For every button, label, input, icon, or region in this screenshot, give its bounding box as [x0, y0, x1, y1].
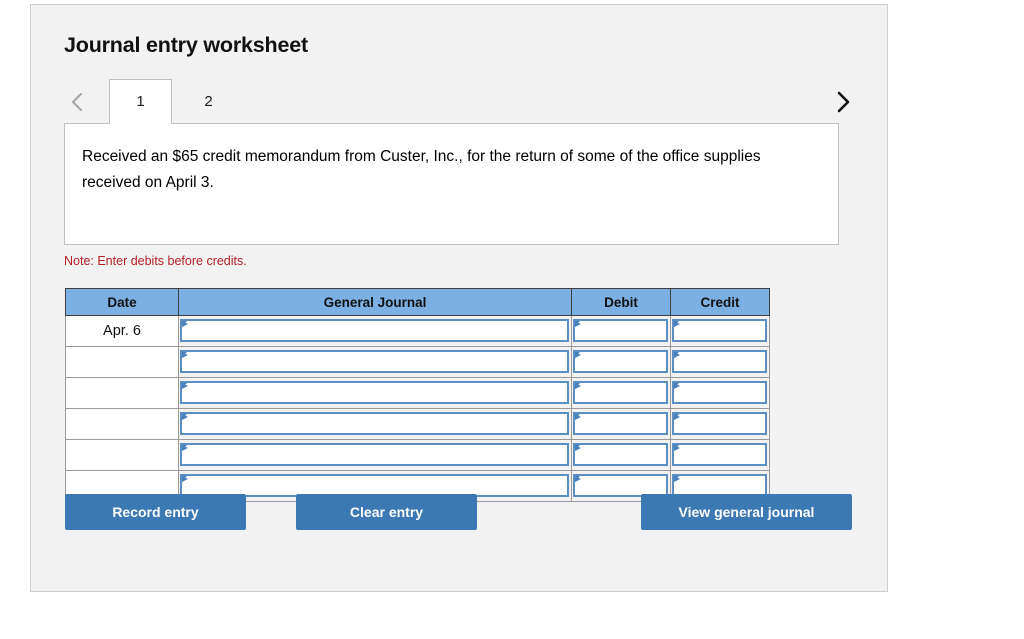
chevron-right-icon — [835, 90, 851, 114]
credit-input-cell[interactable] — [670, 408, 770, 440]
table-row — [65, 377, 770, 409]
journal-entry-card: Journal entry worksheet 1 2 Received an … — [30, 4, 888, 592]
general-journal-input-cell[interactable] — [178, 377, 572, 409]
date-cell[interactable] — [65, 346, 179, 378]
page-root: Journal entry worksheet 1 2 Received an … — [0, 0, 1024, 639]
credit-input-cell[interactable] — [670, 439, 770, 471]
view-general-journal-button[interactable]: View general journal — [641, 494, 852, 530]
debit-input-cell[interactable] — [571, 315, 671, 347]
credit-input[interactable] — [672, 350, 767, 373]
next-tab-arrow[interactable] — [830, 87, 856, 117]
general-journal-input[interactable] — [180, 319, 569, 342]
general-journal-input[interactable] — [180, 350, 569, 373]
chevron-left-icon — [70, 91, 84, 113]
credit-input-cell[interactable] — [670, 377, 770, 409]
date-cell[interactable]: Apr. 6 — [65, 315, 179, 347]
table-row: Apr. 6 — [65, 315, 770, 347]
page-title: Journal entry worksheet — [64, 33, 308, 57]
general-journal-input[interactable] — [180, 443, 569, 466]
journal-table-header-row: Date General Journal Debit Credit — [65, 288, 770, 316]
debits-before-credits-note: Note: Enter debits before credits. — [64, 254, 247, 268]
table-row — [65, 346, 770, 378]
column-header-debit: Debit — [571, 288, 671, 316]
general-journal-input[interactable] — [180, 412, 569, 435]
table-row — [65, 439, 770, 471]
debit-input-cell[interactable] — [571, 346, 671, 378]
tab-page-1-label: 1 — [136, 93, 145, 110]
credit-input-cell[interactable] — [670, 315, 770, 347]
debit-input-cell[interactable] — [571, 377, 671, 409]
journal-table-head: Date General Journal Debit Credit — [65, 288, 770, 316]
date-cell[interactable] — [65, 439, 179, 471]
debit-input-cell[interactable] — [571, 408, 671, 440]
general-journal-input[interactable] — [180, 381, 569, 404]
credit-input[interactable] — [672, 319, 767, 342]
column-header-date: Date — [65, 288, 179, 316]
debit-input-cell[interactable] — [571, 439, 671, 471]
debit-input[interactable] — [573, 412, 668, 435]
column-header-general-journal: General Journal — [178, 288, 572, 316]
debit-input[interactable] — [573, 319, 668, 342]
date-cell[interactable] — [65, 377, 179, 409]
tab-page-2[interactable]: 2 — [177, 79, 240, 124]
clear-entry-button[interactable]: Clear entry — [296, 494, 477, 530]
credit-input[interactable] — [672, 443, 767, 466]
previous-tab-arrow[interactable] — [64, 87, 90, 117]
tab-page-2-label: 2 — [204, 93, 213, 110]
tab-strip: 1 2 — [64, 79, 856, 125]
debit-input[interactable] — [573, 443, 668, 466]
general-journal-input-cell[interactable] — [178, 439, 572, 471]
credit-input[interactable] — [672, 412, 767, 435]
general-journal-input-cell[interactable] — [178, 346, 572, 378]
column-header-credit: Credit — [670, 288, 770, 316]
general-journal-input-cell[interactable] — [178, 315, 572, 347]
tab-page-1[interactable]: 1 — [109, 79, 172, 124]
record-entry-button[interactable]: Record entry — [65, 494, 246, 530]
transaction-description-panel: Received an $65 credit memorandum from C… — [64, 123, 839, 245]
journal-table-body: Apr. 6 — [65, 315, 770, 502]
debit-input[interactable] — [573, 381, 668, 404]
credit-input-cell[interactable] — [670, 346, 770, 378]
transaction-description-text: Received an $65 credit memorandum from C… — [82, 148, 761, 191]
table-row — [65, 408, 770, 440]
debit-input[interactable] — [573, 350, 668, 373]
general-journal-input-cell[interactable] — [178, 408, 572, 440]
date-cell[interactable] — [65, 408, 179, 440]
credit-input[interactable] — [672, 381, 767, 404]
journal-entry-table: Date General Journal Debit Credit Apr. 6 — [65, 288, 770, 502]
